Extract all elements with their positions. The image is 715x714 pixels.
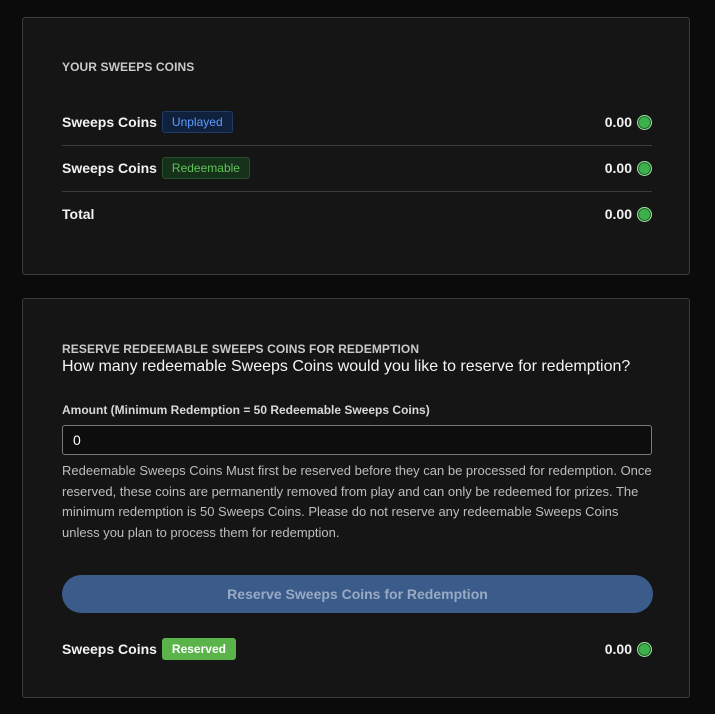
amount-input[interactable]: [62, 425, 652, 455]
help-text: Redeemable Sweeps Coins Must first be re…: [62, 463, 652, 541]
reserve-question: How many redeemable Sweeps Coins would y…: [62, 358, 631, 375]
balance-row-redeemable: Sweeps Coins Redeemable 0.00: [62, 156, 652, 180]
total-label: Total: [62, 206, 95, 222]
total-amount: 0.00: [604, 206, 632, 222]
row-label: Sweeps Coins: [62, 641, 157, 657]
coin-icon: [637, 160, 652, 176]
divider: [62, 145, 652, 146]
balances-card: YOUR SWEEPS COINS Sweeps Coins Unplayed …: [22, 17, 690, 275]
balance-row-total: Total 0.00: [62, 202, 652, 226]
row-label: Sweeps Coins: [62, 114, 157, 130]
unplayed-badge: Unplayed: [161, 111, 233, 133]
amount-field-label: Amount (Minimum Redemption = 50 Redeemab…: [62, 403, 430, 417]
divider: [62, 191, 652, 192]
coin-icon: [637, 114, 652, 130]
unplayed-amount: 0.00: [604, 114, 632, 130]
reserve-card: RESERVE REDEEMABLE SWEEPS COINS FOR REDE…: [22, 298, 690, 698]
coin-icon: [637, 641, 652, 657]
balance-row-unplayed: Sweeps Coins Unplayed 0.00: [62, 110, 652, 134]
reserved-row: Sweeps Coins Reserved 0.00: [62, 637, 652, 661]
reserved-amount: 0.00: [604, 641, 632, 657]
reserved-badge: Reserved: [161, 638, 236, 660]
row-label: Sweeps Coins: [62, 160, 157, 176]
redeemable-amount: 0.00: [604, 160, 632, 176]
balances-section-title: YOUR SWEEPS COINS: [62, 60, 195, 74]
reserve-section-title: RESERVE REDEEMABLE SWEEPS COINS FOR REDE…: [62, 342, 420, 356]
reserve-button[interactable]: Reserve Sweeps Coins for Redemption: [62, 575, 653, 613]
redeemable-badge: Redeemable: [161, 157, 250, 179]
coin-icon: [637, 206, 652, 222]
